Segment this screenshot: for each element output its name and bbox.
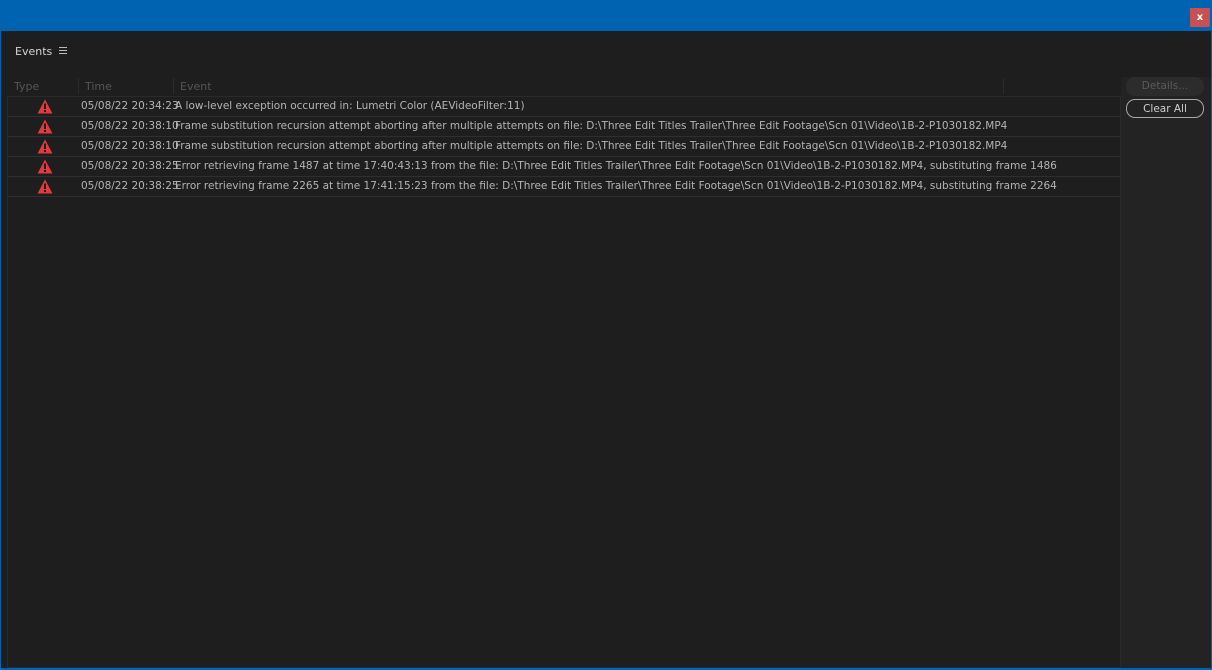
events-panel: Events Type Time Event 05/08/22 20:34:23… — [1, 31, 1211, 668]
table-row[interactable]: 05/08/22 20:34:23 A low-level exception … — [8, 97, 1120, 117]
column-header-event[interactable]: Event — [180, 79, 212, 95]
column-separator[interactable] — [1003, 78, 1004, 94]
table-row[interactable]: 05/08/22 20:38:10 Frame substitution rec… — [8, 137, 1120, 157]
panel-header: Events — [1, 31, 1211, 73]
event-time: 05/08/22 20:34:23 — [81, 100, 179, 112]
table-row[interactable]: 05/08/22 20:38:25 Error retrieving frame… — [8, 177, 1120, 197]
event-message: Error retrieving frame 2265 at time 17:4… — [175, 180, 1057, 192]
close-button[interactable]: x — [1190, 8, 1210, 27]
event-message: Frame substitution recursion attempt abo… — [175, 120, 1008, 132]
clear-all-button[interactable]: Clear All — [1126, 99, 1204, 118]
warning-icon — [37, 119, 53, 134]
panel-title[interactable]: Events — [15, 45, 52, 58]
event-time: 05/08/22 20:38:10 — [81, 140, 179, 152]
warning-icon — [37, 139, 53, 154]
warning-icon — [37, 179, 53, 194]
table-row[interactable]: 05/08/22 20:38:25 Error retrieving frame… — [8, 157, 1120, 177]
column-headers: Type Time Event — [7, 77, 1121, 95]
warning-icon — [37, 159, 53, 174]
table-row[interactable]: 05/08/22 20:38:10 Frame substitution rec… — [8, 117, 1120, 137]
column-header-type[interactable]: Type — [14, 79, 39, 95]
event-message: A low-level exception occurred in: Lumet… — [175, 100, 525, 112]
event-time: 05/08/22 20:38:10 — [81, 120, 179, 132]
column-header-time[interactable]: Time — [85, 79, 112, 95]
event-time: 05/08/22 20:38:25 — [81, 160, 179, 172]
event-time: 05/08/22 20:38:25 — [81, 180, 179, 192]
action-sidebar: Details... Clear All — [1121, 77, 1211, 668]
hamburger-menu-icon[interactable] — [59, 47, 69, 56]
events-window: x Events Type Time Event 05/08/22 20:34:… — [0, 0, 1212, 670]
events-table: Type Time Event 05/08/22 20:34:23 A low-… — [7, 77, 1121, 668]
column-separator[interactable] — [78, 78, 79, 94]
title-bar[interactable]: x — [0, 0, 1212, 31]
events-list: 05/08/22 20:34:23 A low-level exception … — [7, 96, 1121, 668]
column-separator[interactable] — [173, 78, 174, 94]
event-message: Frame substitution recursion attempt abo… — [175, 140, 1008, 152]
event-message: Error retrieving frame 1487 at time 17:4… — [175, 160, 1057, 172]
details-button[interactable]: Details... — [1126, 77, 1204, 96]
warning-icon — [37, 99, 53, 114]
